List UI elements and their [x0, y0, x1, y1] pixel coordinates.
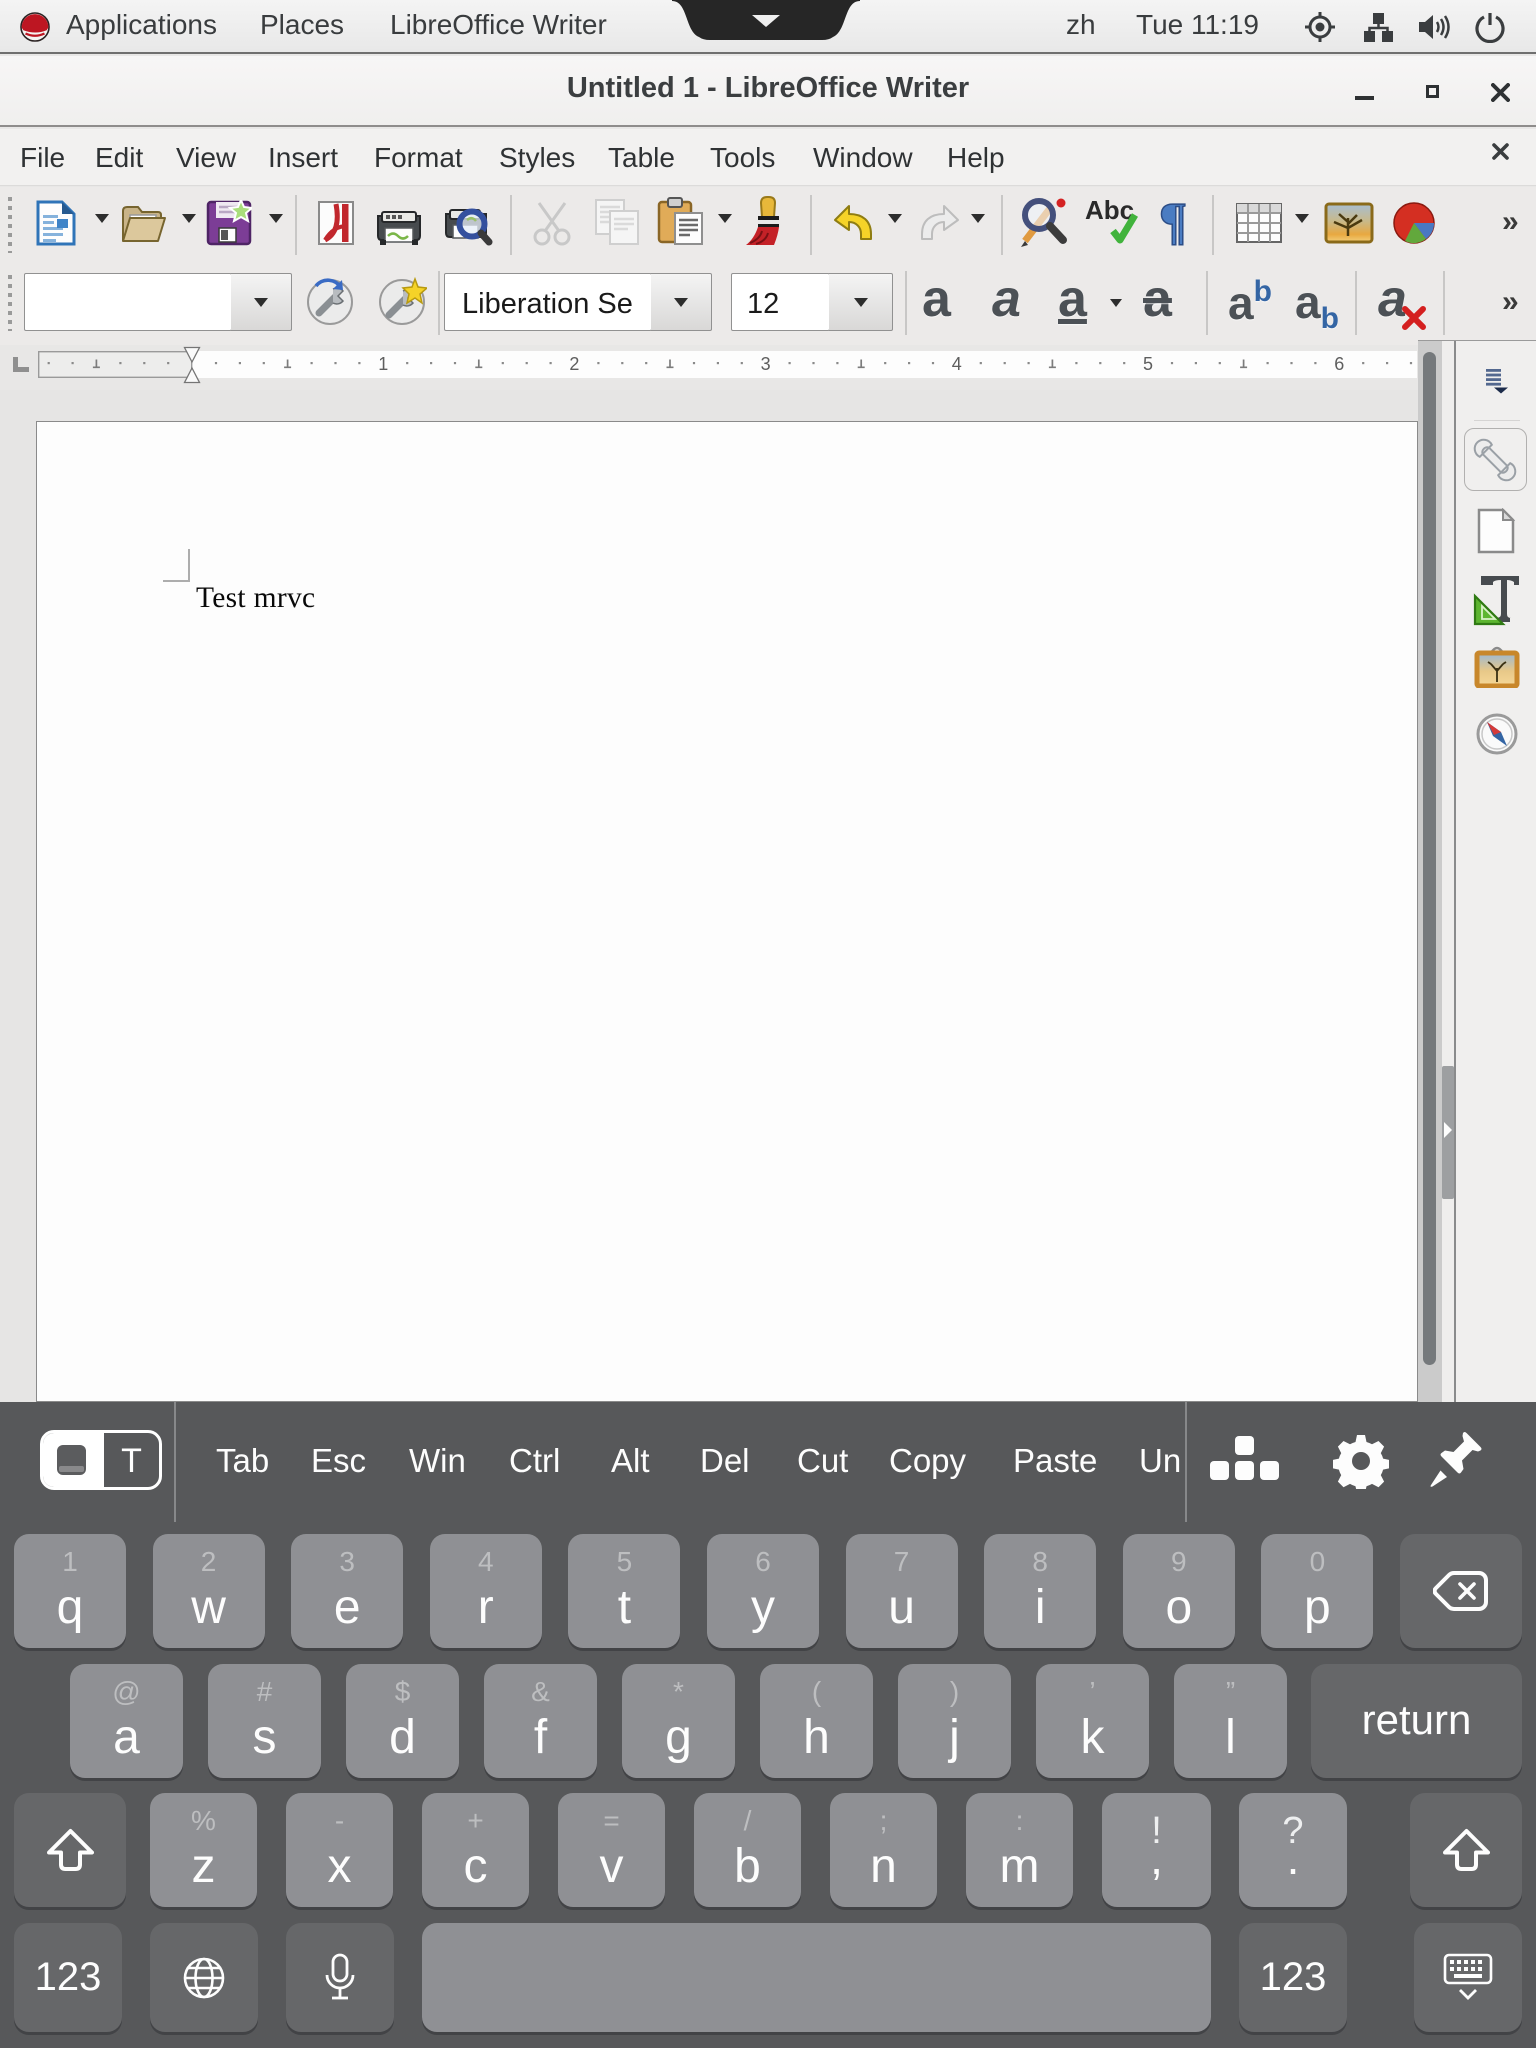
- svg-text:4: 4: [952, 354, 962, 374]
- svg-text:Abc: Abc: [1085, 197, 1134, 225]
- svg-text:2: 2: [569, 354, 579, 374]
- svg-text:6: 6: [1334, 354, 1344, 374]
- svg-text:¶: ¶: [1159, 196, 1187, 248]
- svg-text:5: 5: [1143, 354, 1153, 374]
- svg-text:3: 3: [761, 354, 771, 374]
- svg-text:1: 1: [378, 354, 388, 374]
